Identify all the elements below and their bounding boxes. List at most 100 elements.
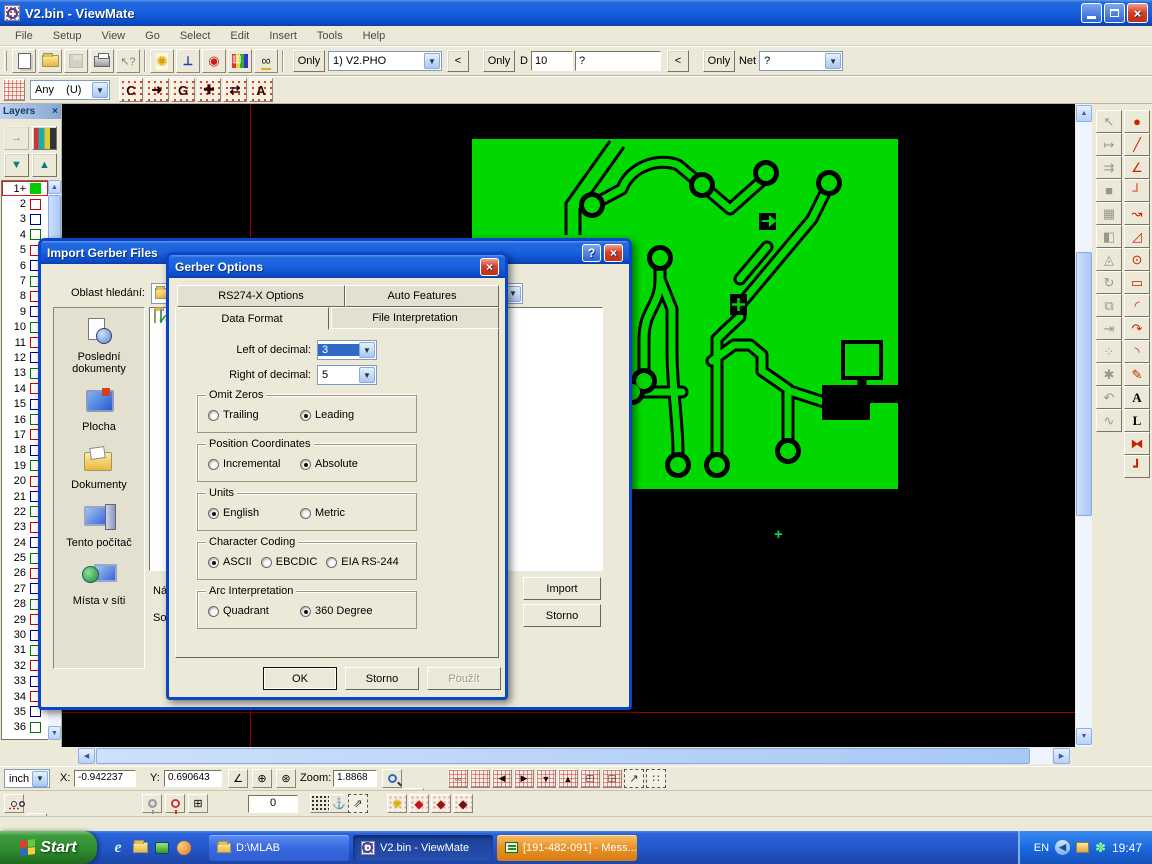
mirror-icon[interactable]: ◧ <box>1096 225 1122 248</box>
radio-option[interactable]: EBCDIC <box>261 556 318 568</box>
layer-row[interactable]: 1+ <box>2 181 48 196</box>
filter-combo[interactable]: Any (U) ▼ <box>30 80 110 100</box>
draw-circle-icon[interactable]: ⊙ <box>1124 248 1150 271</box>
scroll-left-icon[interactable]: ◀ <box>78 748 95 764</box>
close-button[interactable]: × <box>1127 3 1148 23</box>
restore-button[interactable] <box>1104 3 1125 23</box>
radio-unselected[interactable] <box>326 557 337 568</box>
layer-swatch[interactable] <box>30 214 41 225</box>
only-net-button[interactable]: Only <box>703 50 735 72</box>
task-button[interactable]: V2.bin - ViewMate <box>353 835 493 861</box>
chevron-down-icon[interactable]: ▼ <box>359 367 375 383</box>
layer-swatch[interactable] <box>30 229 41 240</box>
move-item-icon[interactable]: ↦ <box>1096 133 1122 156</box>
tray-messenger-icon[interactable]: ✽ <box>1095 841 1106 854</box>
layers-panel-titlebar[interactable]: Layers × <box>0 104 61 119</box>
layer-up-icon[interactable]: ▲ <box>32 153 57 177</box>
grid-view-icon[interactable] <box>470 769 490 788</box>
origin-icon[interactable]: ⊕ <box>252 769 272 788</box>
quicklaunch-ie-icon[interactable]: e <box>109 839 127 857</box>
radio-unselected[interactable] <box>300 508 311 519</box>
pan-left-icon[interactable]: ◀ <box>492 769 512 788</box>
draw-sketch-icon[interactable]: ✎ <box>1124 363 1150 386</box>
language-indicator[interactable]: EN <box>1034 842 1049 854</box>
place-documents[interactable]: Dokumenty <box>54 446 144 491</box>
pan-down-icon[interactable]: ▼ <box>536 769 556 788</box>
dcode-query-input[interactable]: ? <box>575 51 661 71</box>
only-dcode-button[interactable]: Only <box>483 50 515 72</box>
text-tool-icon[interactable]: A <box>1124 386 1150 409</box>
scroll-down-icon[interactable]: ▼ <box>48 726 61 740</box>
chevron-down-icon[interactable]: ▼ <box>32 771 48 787</box>
layer-row[interactable]: 3 <box>2 212 48 227</box>
film-glasses-icon[interactable]: ∞ <box>254 49 278 73</box>
pattern-square-icon[interactable]: ▦ <box>1096 202 1122 225</box>
scale-icon[interactable]: ◬ <box>1096 248 1122 271</box>
select-area-icon[interactable]: ∷ <box>646 769 666 788</box>
layer-row[interactable]: 36 <box>2 720 48 735</box>
scatter-icon[interactable]: ⁘ <box>1096 340 1122 363</box>
anchor-icon[interactable]: ⚓ <box>329 794 349 813</box>
center-view-icon[interactable]: ⊛ <box>276 769 296 788</box>
copy-items-icon[interactable]: ⇉ <box>1096 156 1122 179</box>
menu-insert[interactable]: Insert <box>260 28 306 44</box>
menu-file[interactable]: File <box>6 28 42 44</box>
measure-icon[interactable]: ⟂ <box>176 49 200 73</box>
scroll-down-icon[interactable]: ▼ <box>1076 728 1092 745</box>
pan-right-icon[interactable]: ▶ <box>514 769 534 788</box>
select-mode-icon[interactable] <box>3 79 25 101</box>
open-file-icon[interactable] <box>38 49 62 73</box>
draw-pad-icon[interactable]: ● <box>1124 110 1150 133</box>
radio-option[interactable]: ASCII <box>208 556 252 568</box>
task-button[interactable]: [191-482-091] - Mess... <box>497 835 637 861</box>
scroll-thumb[interactable] <box>1076 252 1092 516</box>
draw-line-icon[interactable]: ╱ <box>1124 133 1150 156</box>
net-combo[interactable]: ? ▼ <box>759 51 843 71</box>
aperture-icon[interactable]: ⧓ <box>1124 432 1150 455</box>
draw-triangle-icon[interactable]: ◿ <box>1124 225 1150 248</box>
folder-icon[interactable] <box>154 309 156 323</box>
rotate-icon[interactable]: ↻ <box>1096 271 1122 294</box>
step-next-icon[interactable]: ◲ <box>602 769 622 788</box>
unit-combo[interactable]: inch ▼ <box>4 769 50 788</box>
radio-option[interactable]: 360 Degree <box>300 605 392 617</box>
quicklaunch-firefox-icon[interactable] <box>175 839 193 857</box>
radio-unselected[interactable] <box>261 557 272 568</box>
layer-colors-icon[interactable]: ▥ <box>228 49 252 73</box>
stretch-icon[interactable]: ↗ <box>624 769 644 788</box>
import-button[interactable]: Import <box>523 577 601 600</box>
tab-data-format[interactable]: Data Format <box>175 307 329 330</box>
lamp-off-icon[interactable] <box>142 794 162 813</box>
select-a-button[interactable]: A <box>249 78 273 102</box>
place-desktop[interactable]: Plocha <box>54 388 144 433</box>
radio-option[interactable]: English <box>208 507 300 519</box>
draw-arrowline-icon[interactable]: ↝ <box>1124 202 1150 225</box>
right-decimal-combo[interactable]: 5 ▼ <box>317 365 377 385</box>
pad-deep-icon[interactable]: ◆ <box>453 794 473 813</box>
prev-layer-button[interactable]: < <box>447 50 469 72</box>
chevron-down-icon[interactable]: ▼ <box>92 82 108 98</box>
pads-view-icon[interactable]: ▫▫ <box>448 769 468 788</box>
gerber-file-icon[interactable] <box>160 309 162 323</box>
radio-selected[interactable] <box>208 557 219 568</box>
draw-polyline-icon[interactable]: ∠ <box>1124 156 1150 179</box>
quicklaunch-folder-icon[interactable] <box>131 839 149 857</box>
scroll-thumb[interactable] <box>96 748 1030 764</box>
menu-view[interactable]: View <box>92 28 134 44</box>
radio-selected[interactable] <box>208 508 219 519</box>
layer-film-button[interactable] <box>32 126 57 150</box>
left-decimal-combo[interactable]: 3 ▼ <box>317 340 377 360</box>
radio-option[interactable]: Quadrant <box>208 605 300 617</box>
dcode-display-icon[interactable]: ◉ <box>202 49 226 73</box>
storno-button[interactable]: Storno <box>523 604 601 627</box>
layer-swatch[interactable] <box>30 183 41 194</box>
scroll-up-icon[interactable]: ▲ <box>48 180 61 194</box>
context-help-icon[interactable]: ↖? <box>116 49 140 73</box>
pad-dark-icon[interactable]: ◆ <box>431 794 451 813</box>
radio-option[interactable]: EIA RS-244 <box>326 556 398 568</box>
layer-jump-button[interactable]: → <box>4 126 29 150</box>
chevron-down-icon[interactable]: ▼ <box>424 53 440 69</box>
layer-swatch[interactable] <box>30 722 41 733</box>
select-star-button[interactable]: ✚ <box>197 78 221 102</box>
radio-unselected[interactable] <box>208 459 219 470</box>
